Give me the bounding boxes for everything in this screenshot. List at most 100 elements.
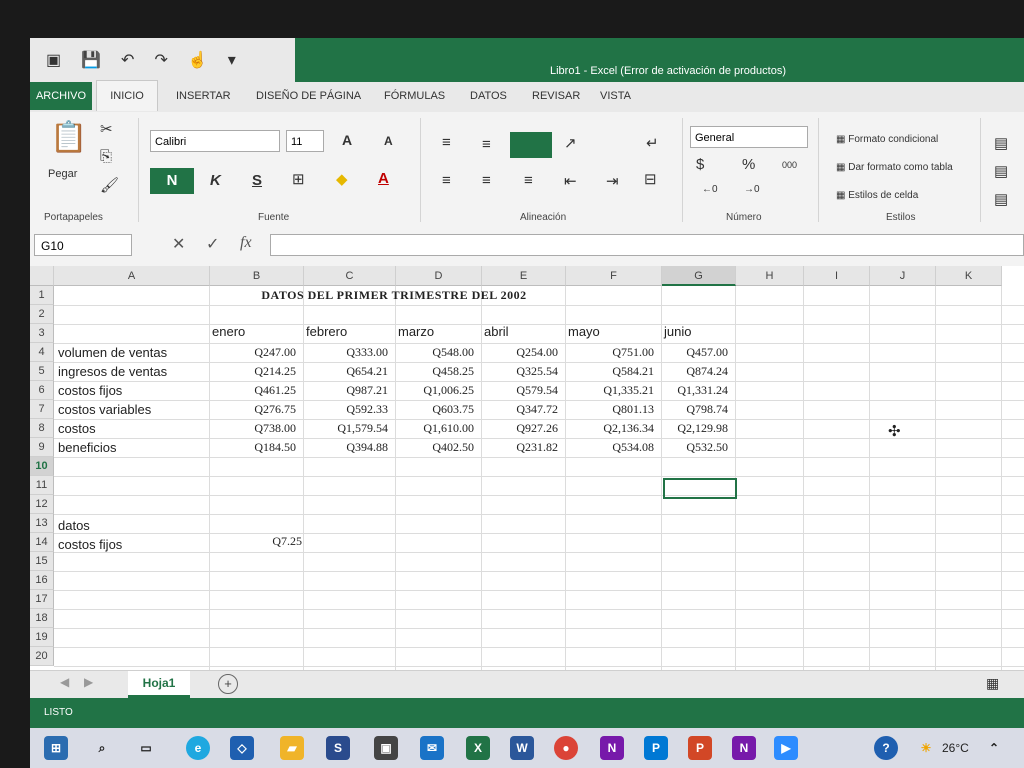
value-cell[interactable]: Q987.21 <box>304 383 388 398</box>
column-header[interactable]: A <box>54 266 210 286</box>
increase-font-icon[interactable]: A <box>342 132 352 148</box>
row-header[interactable]: 11 <box>30 476 54 495</box>
task-view-icon[interactable]: ▭ <box>134 736 158 760</box>
value-cell[interactable]: Q579.54 <box>482 383 558 398</box>
column-header[interactable]: K <box>936 266 1002 286</box>
onenote-2-icon[interactable]: N <box>732 736 756 760</box>
underline-button[interactable]: S <box>252 172 262 189</box>
value-cell[interactable]: Q184.50 <box>210 440 296 455</box>
column-header[interactable]: F <box>566 266 662 286</box>
tab-datos[interactable]: DATOS <box>470 90 507 102</box>
store-icon[interactable]: ▣ <box>374 736 398 760</box>
touch-mode-icon[interactable]: ☝ <box>188 50 208 70</box>
column-header[interactable]: B <box>210 266 304 286</box>
value-cell[interactable]: Q738.00 <box>210 421 296 436</box>
app-icon[interactable]: S <box>326 736 350 760</box>
percent-button[interactable]: % <box>742 156 755 173</box>
month-header-cell[interactable]: abril <box>484 324 509 339</box>
dropbox-icon[interactable]: ◇ <box>230 736 254 760</box>
zoom-icon[interactable]: ▶ <box>774 736 798 760</box>
redo-icon[interactable]: ↷ <box>154 50 167 70</box>
column-header[interactable]: G <box>662 266 736 286</box>
accounting-format-icon[interactable]: $ <box>696 156 704 173</box>
format-as-table-button[interactable]: ▦ Dar formato como tabla <box>836 162 953 173</box>
column-header[interactable]: I <box>804 266 870 286</box>
borders-icon[interactable]: ⊞ <box>292 170 305 188</box>
normal-view-icon[interactable]: ▦ <box>986 675 999 692</box>
value-cell[interactable]: Q1,006.25 <box>396 383 474 398</box>
row-header[interactable]: 12 <box>30 495 54 514</box>
insert-function-button[interactable]: fx <box>240 234 252 252</box>
value-cell[interactable]: Q874.24 <box>662 364 728 379</box>
word-taskbar-icon[interactable]: W <box>510 736 534 760</box>
column-header[interactable]: E <box>482 266 566 286</box>
paste-label[interactable]: Pegar <box>48 168 77 180</box>
tab-insertar[interactable]: INSERTAR <box>176 90 231 102</box>
month-header-cell[interactable]: enero <box>212 324 245 339</box>
spreadsheet-grid[interactable]: ABCDEFGHIJK 1 2 3 4 5 6 7 8 9 10 11 12 13 14 15 16 17 18 1… <box>30 266 1024 670</box>
row-header[interactable]: 6 <box>30 381 54 400</box>
value-cell[interactable]: Q751.00 <box>566 345 654 360</box>
value-cell[interactable]: Q927.26 <box>482 421 558 436</box>
month-header-cell[interactable]: junio <box>664 324 691 339</box>
chrome-icon[interactable]: ● <box>554 736 578 760</box>
sheet-title-cell[interactable]: DATOS DEL PRIMER TRIMESTRE DEL 2002 <box>54 286 734 305</box>
system-tray-chevron-icon[interactable]: ⌃ <box>982 736 1006 760</box>
number-format-select[interactable]: General <box>690 126 808 148</box>
align-bottom-button[interactable] <box>510 132 552 158</box>
increase-indent-icon[interactable]: ⇥ <box>606 172 619 190</box>
help-icon[interactable]: ? <box>874 736 898 760</box>
value-cell[interactable]: Q532.50 <box>662 440 728 455</box>
row-header[interactable]: 1 <box>30 286 54 305</box>
value-cell[interactable]: Q325.54 <box>482 364 558 379</box>
row-header[interactable]: 5 <box>30 362 54 381</box>
tab-diseno-pagina[interactable]: DISEÑO DE PÁGINA <box>256 90 361 102</box>
undo-icon[interactable]: ↶ <box>121 50 134 70</box>
row-header[interactable]: 19 <box>30 628 54 647</box>
font-color-icon[interactable]: A <box>378 170 389 187</box>
align-right-icon[interactable]: ≡ <box>524 172 533 189</box>
tab-vista[interactable]: VISTA <box>600 90 631 102</box>
font-size-select[interactable]: 11 <box>286 130 324 152</box>
value-cell[interactable]: Q798.74 <box>662 402 728 417</box>
decrease-font-icon[interactable]: A <box>384 134 393 148</box>
column-header[interactable]: H <box>736 266 804 286</box>
decrease-decimal-icon[interactable]: →0 <box>744 184 760 195</box>
edge-icon[interactable]: e <box>186 736 210 760</box>
align-top-icon[interactable]: ≡ <box>442 134 451 151</box>
value-cell[interactable]: Q457.00 <box>662 345 728 360</box>
value-cell[interactable]: Q654.21 <box>304 364 388 379</box>
row-header[interactable]: 2 <box>30 305 54 324</box>
cell-styles-button[interactable]: ▦ Estilos de celda <box>836 190 918 201</box>
costos-fijos-label-cell[interactable]: costos fijos <box>58 537 122 552</box>
row-header[interactable]: 17 <box>30 590 54 609</box>
value-cell[interactable]: Q2,129.98 <box>662 421 728 436</box>
value-cell[interactable]: Q1,579.54 <box>304 421 388 436</box>
select-all-corner[interactable] <box>30 266 54 286</box>
enter-icon[interactable]: ✓ <box>206 234 219 254</box>
costos-fijos-value-cell[interactable]: Q7.25 <box>212 534 302 549</box>
row-header[interactable]: 14 <box>30 533 54 552</box>
increase-decimal-icon[interactable]: ←0 <box>702 184 718 195</box>
customize-qat-icon[interactable]: ▾ <box>228 50 236 70</box>
onenote-icon[interactable]: N <box>600 736 624 760</box>
value-cell[interactable]: Q801.13 <box>566 402 654 417</box>
column-header[interactable]: C <box>304 266 396 286</box>
add-sheet-button[interactable]: + <box>218 674 238 694</box>
row-label-cell[interactable]: volumen de ventas <box>58 345 167 360</box>
value-cell[interactable]: Q461.25 <box>210 383 296 398</box>
paste-icon[interactable]: 📋 <box>50 120 87 155</box>
insert-cells-icon[interactable]: ▤ <box>994 134 1008 152</box>
value-cell[interactable]: Q276.75 <box>210 402 296 417</box>
decrease-indent-icon[interactable]: ⇤ <box>564 172 577 190</box>
excel-taskbar-icon[interactable]: X <box>466 736 490 760</box>
month-header-cell[interactable]: marzo <box>398 324 434 339</box>
scroll-sheets-right-icon[interactable]: ▶ <box>84 675 93 689</box>
conditional-format-button[interactable]: ▦ Formato condicional <box>836 134 938 145</box>
scroll-sheets-left-icon[interactable]: ◀ <box>60 675 69 689</box>
sheet-tab-hoja1[interactable]: Hoja1 <box>128 671 190 698</box>
value-cell[interactable]: Q394.88 <box>304 440 388 455</box>
value-cell[interactable]: Q214.25 <box>210 364 296 379</box>
bold-button[interactable]: N <box>150 168 194 194</box>
value-cell[interactable]: Q254.00 <box>482 345 558 360</box>
